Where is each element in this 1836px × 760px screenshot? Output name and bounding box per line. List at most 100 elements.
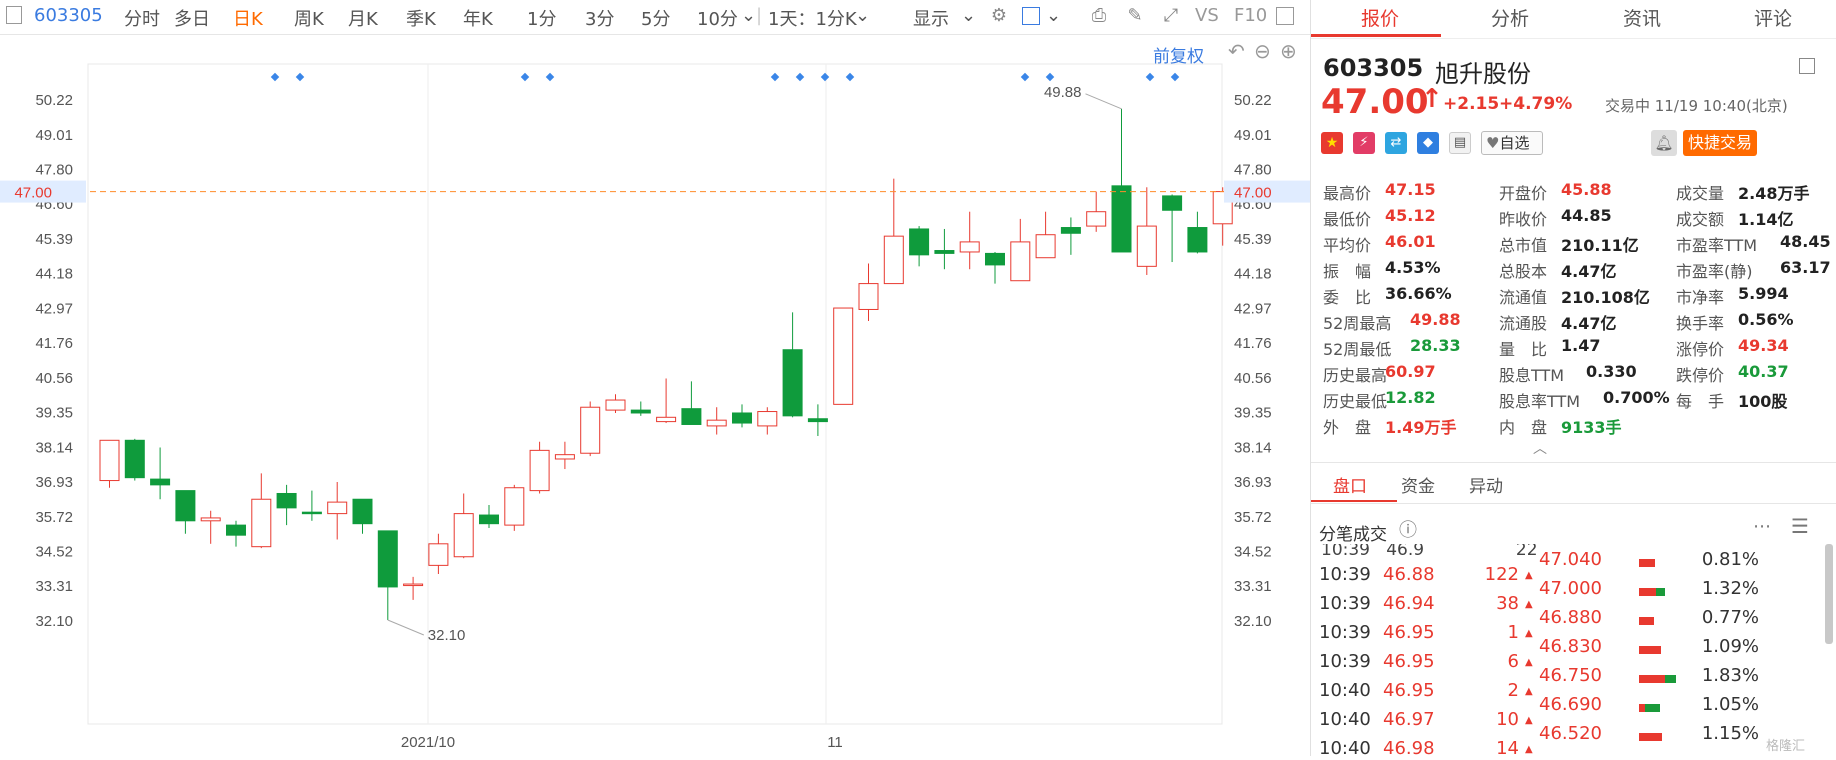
period-tab-1[interactable]: 多日 xyxy=(174,5,210,31)
candle-body xyxy=(1162,195,1183,211)
depth-pct: 1.15% xyxy=(1701,723,1759,744)
clipped-row: 10:39 46.9 22 xyxy=(1321,544,1538,560)
camera-icon[interactable]: ⎙ xyxy=(1088,6,1110,26)
kline-chart[interactable]: 50.22 50.22 49.01 49.01 47.80 47.80 46.60 46.60… xyxy=(0,34,1310,756)
chevron-up-icon[interactable]: ︿ xyxy=(1533,438,1547,458)
y-tick-label-left: 45.39 xyxy=(35,231,73,248)
period-tab-7[interactable]: 1分 xyxy=(527,5,556,31)
event-marker xyxy=(1145,72,1155,82)
event-marker xyxy=(1170,72,1180,82)
china-flag-icon: ★ xyxy=(1321,132,1343,154)
chevron-down-icon[interactable]: ⌄ xyxy=(855,5,870,26)
candle-body xyxy=(99,439,120,482)
scrollbar-thumb[interactable] xyxy=(1825,544,1833,644)
tab-analysis[interactable]: 分析 xyxy=(1491,4,1529,31)
y-tick-label-left: 42.97 xyxy=(35,300,73,317)
candle-body xyxy=(656,416,677,423)
quote-value: 100股 xyxy=(1738,392,1788,411)
info-icon[interactable]: ⓘ xyxy=(1399,516,1417,542)
depth-price: 46.750 xyxy=(1539,665,1602,686)
y-tick-label-left: 32.10 xyxy=(35,613,73,630)
period-tab-10[interactable]: 10分 xyxy=(697,5,738,31)
y-tick-label-left: 34.52 xyxy=(35,543,73,560)
period-tab-3[interactable]: 周K xyxy=(294,5,324,31)
tab-anomaly[interactable]: 异动 xyxy=(1469,472,1503,497)
quote-label: 最高价 xyxy=(1323,184,1372,203)
notes-icon[interactable]: ▤ xyxy=(1449,132,1471,154)
fullscreen-icon[interactable]: ⤢ xyxy=(1160,6,1182,26)
event-marker xyxy=(545,72,555,82)
quick-trade-button[interactable]: 快捷交易 xyxy=(1683,130,1757,156)
quote-label: 股息率TTM xyxy=(1499,392,1581,411)
trade-status-time: 交易中 11/19 10:40(北京) xyxy=(1605,97,1788,115)
gear-icon[interactable]: ⚙ xyxy=(988,6,1010,26)
chevron-down-icon[interactable]: ⌄ xyxy=(1046,5,1061,26)
display-select[interactable]: 显示 xyxy=(913,5,949,31)
vs-button[interactable]: VS xyxy=(1195,5,1219,26)
depth-pct: 1.83% xyxy=(1701,665,1759,686)
period-tab-9[interactable]: 5分 xyxy=(641,5,670,31)
quote-value: 47.15 xyxy=(1385,180,1436,199)
tick-time: 10:40 xyxy=(1319,680,1371,701)
low-leader-line xyxy=(387,619,424,636)
quote-label: 涨停价 xyxy=(1676,340,1725,359)
period-tab-6[interactable]: 年K xyxy=(463,5,493,31)
f10-button[interactable]: F10 xyxy=(1234,5,1267,26)
period-tab-8[interactable]: 3分 xyxy=(585,5,614,31)
depth-bar-buy xyxy=(1645,704,1660,712)
tab-news[interactable]: 资讯 xyxy=(1623,4,1661,31)
chevron-down-icon[interactable]: ⌄ xyxy=(741,5,756,26)
adjust-select[interactable]: 前复权 xyxy=(1153,42,1204,67)
margin-icon[interactable]: ⚡ xyxy=(1353,132,1375,154)
bell-icon[interactable]: 🔔︎ xyxy=(1651,130,1677,156)
candle-body xyxy=(858,283,879,310)
tab-order-book[interactable]: 盘口 xyxy=(1333,472,1367,497)
event-marker xyxy=(795,72,805,82)
list-icon[interactable]: ☰ xyxy=(1791,514,1809,538)
y-tick-label-left: 49.01 xyxy=(35,127,73,144)
quote-label: 历史最低 xyxy=(1323,392,1388,411)
pencil-icon[interactable]: ✎ xyxy=(1124,6,1146,26)
tab-capital[interactable]: 资金 xyxy=(1401,472,1435,497)
chevron-down-icon[interactable]: ⌄ xyxy=(961,5,976,26)
event-marker xyxy=(845,72,855,82)
layout-icon[interactable] xyxy=(6,6,22,24)
multi-day-select[interactable]: 1天：1分K xyxy=(768,5,857,31)
more-icon[interactable]: ⋯ xyxy=(1753,516,1771,537)
menu-icon[interactable] xyxy=(1799,58,1815,74)
tick-time: 10:39 xyxy=(1319,651,1371,672)
panel-toggle-icon[interactable] xyxy=(1276,7,1294,25)
tick-price: 46.95 xyxy=(1383,680,1435,701)
connect-icon[interactable]: ⇄ xyxy=(1385,132,1407,154)
tick-volume: 1 xyxy=(1507,622,1519,643)
tag-icon[interactable]: ◆ xyxy=(1417,132,1439,154)
tick-price: 46.94 xyxy=(1383,593,1435,614)
tab-comments[interactable]: 评论 xyxy=(1754,4,1792,31)
quote-label: 市盈率TTM xyxy=(1676,236,1758,255)
tick-volume: 38 xyxy=(1496,593,1519,614)
watchlist-button[interactable]: ♥自选 xyxy=(1481,131,1543,155)
zoom-out-icon[interactable]: ⊖ xyxy=(1254,39,1271,63)
undo-icon[interactable]: ↶ xyxy=(1228,39,1245,63)
zoom-in-icon[interactable]: ⊕ xyxy=(1280,39,1297,63)
period-tab-0[interactable]: 分时 xyxy=(124,5,160,31)
y-tick-label-right: 36.93 xyxy=(1234,474,1272,491)
y-tick-label-right: 39.35 xyxy=(1234,405,1272,422)
quote-label: 总股本 xyxy=(1499,262,1548,281)
up-triangle-icon: ▲ xyxy=(1525,599,1533,610)
candle-body xyxy=(732,412,752,424)
draw-square-icon[interactable] xyxy=(1022,7,1040,25)
event-marker xyxy=(1020,72,1030,82)
candle-body xyxy=(226,524,246,536)
y-tick-label-left: 33.31 xyxy=(35,578,73,595)
period-tab-2[interactable]: 日K xyxy=(233,5,263,31)
kline-svg[interactable]: 50.22 50.2249.01 49.0147.80 47.8046.60 46.60… xyxy=(0,34,1310,756)
stock-code-label[interactable]: 603305 xyxy=(34,5,103,26)
period-tab-4[interactable]: 月K xyxy=(348,5,378,31)
period-tab-5[interactable]: 季K xyxy=(406,5,436,31)
tab-quote[interactable]: 报价 xyxy=(1361,4,1399,31)
active-tab-indicator xyxy=(1311,34,1441,37)
up-arrow-icon: ↑ xyxy=(1421,84,1443,114)
quote-label: 振 幅 xyxy=(1323,262,1372,281)
quote-value: 12.82 xyxy=(1385,388,1436,407)
